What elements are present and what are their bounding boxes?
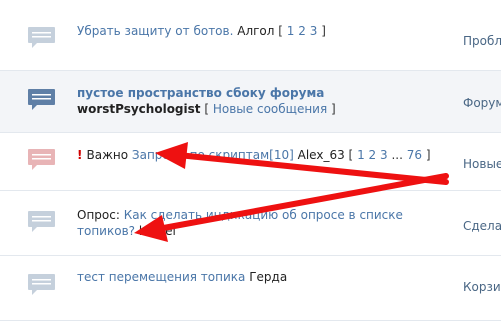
topic-row-4: Опрос: Как сделать индикацию об опросе в… [0,191,501,256]
topic-author[interactable]: kernel [139,224,176,238]
topic-author[interactable]: Alex_63 [298,148,345,162]
page-link-last[interactable]: 76 [407,148,422,162]
topic-title-line: тест перемещения топика Герда [77,269,453,285]
topic-title-line: Опрос: Как сделать индикацию об опросе в… [77,207,453,239]
topic-unread-icon [28,89,55,110]
topic-row-1: Убрать защиту от ботов. Алгол [ 1 2 3 ] … [0,0,501,71]
page-link-2[interactable]: 2 [369,148,377,162]
page-link-1[interactable]: 1 [357,148,365,162]
topic-link-continued[interactable]: топиков? [77,224,135,238]
new-posts-link[interactable]: Новые сообщения [213,102,327,116]
topic-title-line: ! Важно Запросы по скриптам[10] Alex_63 [… [77,148,431,162]
important-mark: ! [77,148,83,162]
topic-category[interactable]: Пробле [463,34,501,48]
topic-author[interactable]: Алгол [237,24,274,38]
topic-prefix: Важно [86,148,129,162]
page-ellipsis: ... [391,148,403,162]
topic-reply-count[interactable]: [10] [269,148,294,162]
topic-row-3: ! Важно Запросы по скриптам[10] Alex_63 [… [0,133,501,191]
page-link-1[interactable]: 1 [287,24,295,38]
topic-link[interactable]: Убрать защиту от ботов. [77,24,233,38]
page-link-3[interactable]: 3 [380,148,388,162]
topic-category[interactable]: Новые [463,157,501,171]
poll-prefix: Опрос: [77,208,120,222]
topic-title-line: пустое пространство сбоку форума worstPs… [77,86,336,116]
topic-category[interactable]: Корзин [463,280,501,294]
topic-icon [28,274,55,295]
topic-category[interactable]: Сделат [463,219,501,233]
topic-author[interactable]: Герда [249,270,287,284]
topic-row-5: тест перемещения топика Герда Корзин [0,256,501,321]
topic-author[interactable]: worstPsychologist [77,102,201,116]
topic-link[interactable]: Как сделать индикацию об опросе в списке [124,208,403,222]
topic-link[interactable]: пустое пространство сбоку форума [77,86,324,100]
topic-category[interactable]: Форум [463,96,501,110]
topic-icon [28,27,55,48]
page-link-2[interactable]: 2 [298,24,306,38]
topic-link[interactable]: Запросы по скриптам [132,148,269,162]
topic-icon [28,211,55,232]
topic-row-2: пустое пространство сбоку форума worstPs… [0,71,501,133]
topic-important-icon [28,149,55,170]
topic-title-line: Убрать защиту от ботов. Алгол [ 1 2 3 ] [77,24,326,38]
page-link-3[interactable]: 3 [310,24,318,38]
topic-link[interactable]: тест перемещения топика [77,270,245,284]
